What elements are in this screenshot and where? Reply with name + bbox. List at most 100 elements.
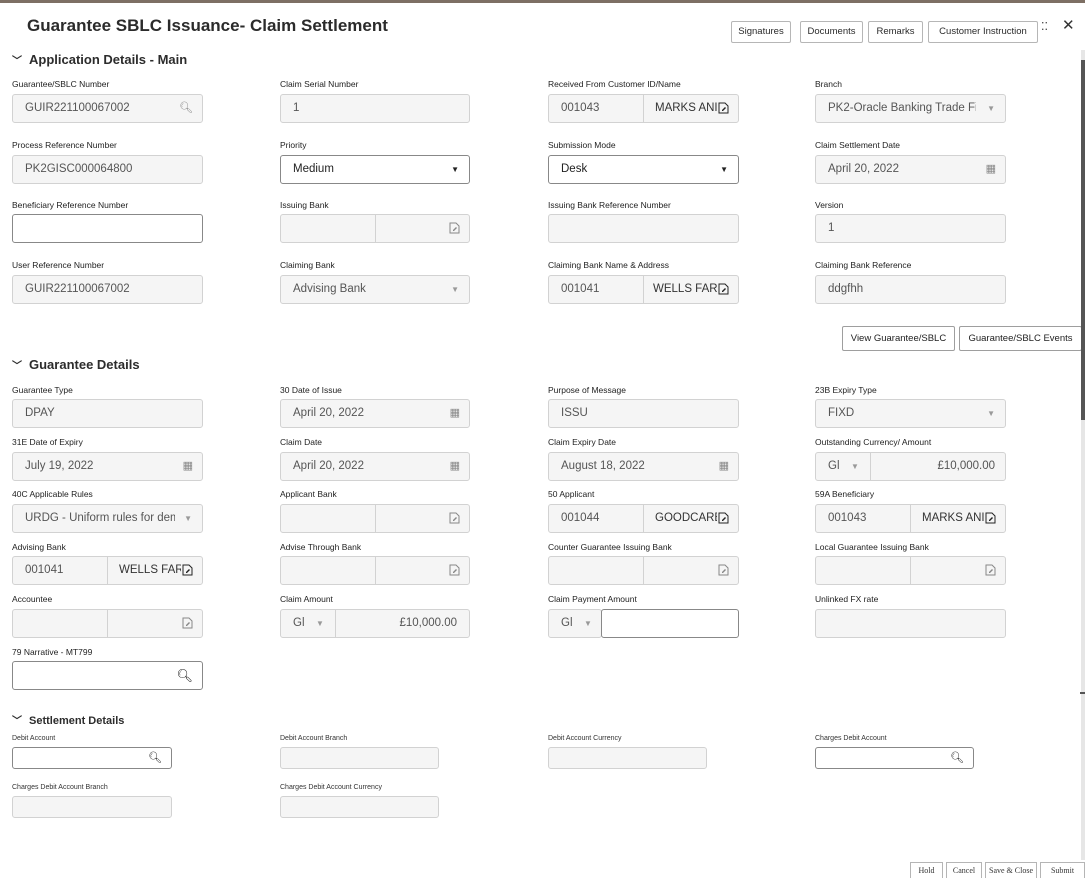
date-of-expiry-label: 31E Date of Expiry xyxy=(12,437,83,447)
lookup-document-icon[interactable] xyxy=(449,505,460,532)
applicant-bank-field[interactable] xyxy=(280,504,470,533)
claim-expiry-field[interactable]: August 18, 2022 ▦ xyxy=(548,452,739,481)
claiming-bank-ref-label: Claiming Bank Reference xyxy=(815,260,912,270)
search-icon[interactable]: 🔍︎ xyxy=(179,95,193,122)
claim-serial-field: 1 xyxy=(280,94,470,123)
search-icon[interactable]: 🔍︎ xyxy=(950,748,964,768)
claim-payment-currency: Gl xyxy=(561,617,573,629)
guarantee-number-field[interactable]: GUIR221100067002 🔍︎ xyxy=(12,94,203,123)
claiming-bank-select[interactable]: Advising Bank ▼ xyxy=(280,275,470,304)
field-divider xyxy=(107,610,108,637)
search-icon[interactable]: 🔍︎ xyxy=(148,748,162,768)
claiming-bank-name-field[interactable]: 001041 WELLS FAR xyxy=(548,275,739,304)
lookup-document-icon[interactable] xyxy=(718,276,729,303)
remarks-button[interactable]: Remarks xyxy=(868,21,923,43)
signatures-button[interactable]: Signatures xyxy=(731,21,791,43)
advise-through-label: Advise Through Bank xyxy=(280,542,362,552)
outstanding-field: Gl ▼ £10,000.00 xyxy=(815,452,1006,481)
issuing-bank-field[interactable] xyxy=(280,214,470,243)
narrative-input[interactable]: 🔍︎ xyxy=(12,661,203,690)
lookup-document-icon[interactable] xyxy=(449,557,460,584)
minimize-icon[interactable]: ⁚⁚ xyxy=(1041,20,1048,33)
expiry-type-label: 23B Expiry Type xyxy=(815,385,877,395)
lookup-document-icon[interactable] xyxy=(182,610,193,637)
documents-button[interactable]: Documents xyxy=(800,21,863,43)
counter-guarantee-field[interactable] xyxy=(548,556,739,585)
calendar-icon[interactable]: ▦ xyxy=(719,453,729,480)
claim-amount-field: Gl ▼ £10,000.00 xyxy=(280,609,470,638)
advising-bank-field[interactable]: 001041 WELLS FAR xyxy=(12,556,203,585)
beneficiary-ref-label: Beneficiary Reference Number xyxy=(12,200,129,210)
beneficiary-ref-input[interactable] xyxy=(12,214,203,243)
version-label: Version xyxy=(815,200,844,210)
view-guarantee-button[interactable]: View Guarantee/SBLC xyxy=(842,326,955,351)
guarantee-events-button[interactable]: Guarantee/SBLC Events xyxy=(959,326,1082,351)
search-icon[interactable]: 🔍︎ xyxy=(176,662,193,689)
chevron-down-icon: ▼ xyxy=(584,619,592,628)
date-of-expiry-value: July 19, 2022 xyxy=(25,460,94,472)
calendar-icon[interactable]: ▦ xyxy=(450,400,460,427)
calendar-icon[interactable]: ▦ xyxy=(986,156,996,183)
hold-button[interactable]: Hold xyxy=(910,862,943,878)
applicant-field[interactable]: 001044 GOODCARE xyxy=(548,504,739,533)
submit-button[interactable]: Submit xyxy=(1040,862,1085,878)
process-ref-value: PK2GISC000064800 xyxy=(25,163,133,175)
issuing-bank-ref-field xyxy=(548,214,739,243)
section-settlement-details[interactable]: ﹀ Settlement Details xyxy=(12,712,124,727)
accountee-field[interactable] xyxy=(12,609,203,638)
claiming-bank-name-label: Claiming Bank Name & Address xyxy=(548,260,669,270)
user-ref-field: GUIR221100067002 xyxy=(12,275,203,304)
close-icon[interactable]: ✕ xyxy=(1062,16,1075,34)
branch-select[interactable]: PK2-Oracle Banking Trade Fina ▼ xyxy=(815,94,1006,123)
beneficiary-name: MARKS ANI xyxy=(922,512,984,524)
claim-settlement-date-field[interactable]: April 20, 2022 ▦ xyxy=(815,155,1006,184)
cancel-button[interactable]: Cancel xyxy=(946,862,982,878)
submission-mode-select[interactable]: Desk ▼ xyxy=(548,155,739,184)
claim-date-label: Claim Date xyxy=(280,437,323,447)
lookup-document-icon[interactable] xyxy=(718,95,729,122)
applicable-rules-select[interactable]: URDG - Uniform rules for dema ▼ xyxy=(12,504,203,533)
claim-payment-currency-select[interactable]: Gl ▼ xyxy=(548,609,602,638)
priority-select[interactable]: Medium ▼ xyxy=(280,155,470,184)
lookup-document-icon[interactable] xyxy=(182,557,193,584)
guarantee-type-label: Guarantee Type xyxy=(12,385,73,395)
date-of-issue-field[interactable]: April 20, 2022 ▦ xyxy=(280,399,470,428)
lookup-document-icon[interactable] xyxy=(985,505,996,532)
applicable-rules-label: 40C Applicable Rules xyxy=(12,489,93,499)
field-divider xyxy=(375,505,376,532)
calendar-icon[interactable]: ▦ xyxy=(450,453,460,480)
version-value: 1 xyxy=(828,222,835,234)
claim-amount-label: Claim Amount xyxy=(280,594,333,604)
claim-settlement-date-value: April 20, 2022 xyxy=(828,163,899,175)
process-ref-label: Process Reference Number xyxy=(12,140,117,150)
section-title: Guarantee Details xyxy=(29,357,140,372)
customer-instruction-button[interactable]: Customer Instruction xyxy=(928,21,1038,43)
beneficiary-field[interactable]: 001043 MARKS ANI xyxy=(815,504,1006,533)
expiry-type-select[interactable]: FIXD ▼ xyxy=(815,399,1006,428)
scrollbar-thumb[interactable] xyxy=(1081,60,1085,420)
chevron-down-icon: ▼ xyxy=(851,462,859,471)
chevron-down-icon: ﹀ xyxy=(12,716,22,727)
advising-bank-name: WELLS FAR xyxy=(119,564,181,576)
priority-label: Priority xyxy=(280,140,307,150)
advise-through-field[interactable] xyxy=(280,556,470,585)
save-close-button[interactable]: Save & Close xyxy=(985,862,1037,878)
claim-payment-amount-input[interactable] xyxy=(601,609,739,638)
lookup-document-icon[interactable] xyxy=(985,557,996,584)
lookup-document-icon[interactable] xyxy=(718,505,729,532)
local-guarantee-field[interactable] xyxy=(815,556,1006,585)
user-ref-value: GUIR221100067002 xyxy=(25,283,130,295)
calendar-icon[interactable]: ▦ xyxy=(183,453,193,480)
received-from-field[interactable]: 001043 MARKS ANI xyxy=(548,94,739,123)
section-application-details[interactable]: ﹀ Application Details - Main xyxy=(12,52,187,67)
date-of-expiry-field[interactable]: July 19, 2022 ▦ xyxy=(12,452,203,481)
debit-account-input[interactable]: 🔍︎ xyxy=(12,747,172,769)
lookup-document-icon[interactable] xyxy=(718,557,729,584)
claim-date-field[interactable]: April 20, 2022 ▦ xyxy=(280,452,470,481)
advising-bank-label: Advising Bank xyxy=(12,542,66,552)
section-guarantee-details[interactable]: ﹀ Guarantee Details xyxy=(12,357,140,372)
lookup-document-icon[interactable] xyxy=(449,215,460,242)
date-of-issue-label: 30 Date of Issue xyxy=(280,385,342,395)
claim-serial-label: Claim Serial Number xyxy=(280,79,359,89)
charges-account-input[interactable]: 🔍︎ xyxy=(815,747,974,769)
